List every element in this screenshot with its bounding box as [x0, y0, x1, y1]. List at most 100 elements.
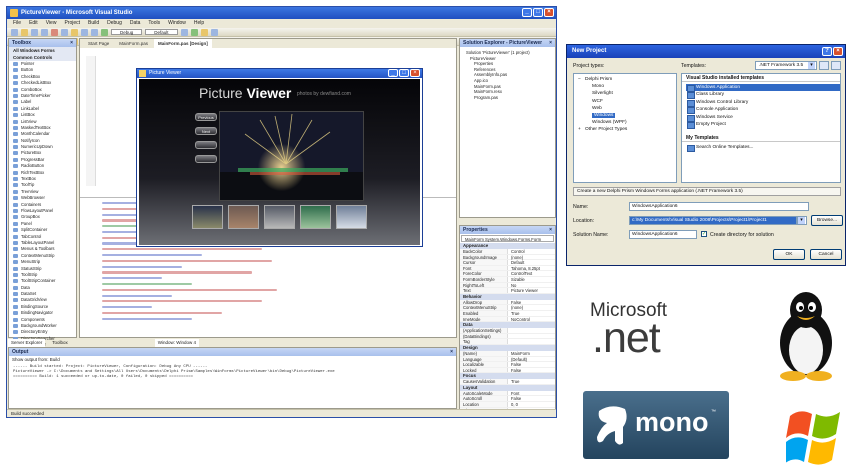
object-selector[interactable]: MainForm System.Windows.Forms.Form [461, 235, 554, 242]
property-value[interactable]: No [508, 283, 516, 288]
viewer-button[interactable] [195, 155, 217, 163]
property-value[interactable]: False [508, 300, 521, 305]
toolbox-group[interactable]: Common Controls [9, 54, 76, 61]
location-field[interactable]: c:\My Documents\Visual Studio 2008\Proje… [629, 216, 797, 225]
new-project-icon[interactable] [11, 29, 18, 36]
close-icon[interactable]: × [450, 348, 453, 356]
property-value[interactable]: False [508, 368, 521, 373]
viewer-button[interactable] [195, 141, 217, 149]
template-item[interactable]: Empty Project [686, 121, 840, 130]
browse-button[interactable]: Browse... [811, 215, 843, 226]
large-icons-icon[interactable] [819, 61, 829, 70]
close-button[interactable]: × [544, 8, 554, 17]
output-source[interactable]: Show output from: Build [9, 356, 456, 363]
menu-item[interactable]: View [46, 19, 57, 28]
thumbnail[interactable] [264, 205, 295, 229]
menu-item[interactable]: Build [88, 19, 99, 28]
project-type-item[interactable]: Windows [574, 112, 676, 119]
template-item[interactable]: Windows Application [686, 84, 840, 93]
project-type-item[interactable]: + Other Project Types [574, 126, 676, 133]
property-value[interactable]: ControlText [508, 271, 532, 276]
thumbnail[interactable] [300, 205, 331, 229]
property-value[interactable]: (Default) [508, 357, 527, 362]
document-tab[interactable]: MainForm.pas [115, 39, 152, 48]
property-value[interactable]: (none) [508, 305, 523, 310]
expand-icon[interactable]: + [578, 126, 585, 133]
property-value[interactable]: Font [508, 391, 519, 396]
property-value[interactable]: NoControl [508, 317, 530, 322]
minimize-button[interactable]: _ [388, 69, 398, 77]
project-type-item[interactable]: Mono [574, 83, 676, 90]
toolbox-icon[interactable] [210, 29, 218, 36]
property-value[interactable]: Tahoma, 8.25pt [508, 266, 540, 271]
location-dropdown[interactable] [797, 216, 807, 225]
ok-button[interactable]: OK [773, 249, 805, 260]
name-field[interactable]: WindowsApplication6 [629, 202, 809, 211]
cancel-button[interactable]: Cancel [810, 249, 842, 260]
cut-icon[interactable] [51, 29, 58, 36]
close-button[interactable]: × [410, 69, 420, 77]
picture-viewer-form[interactable]: Picture Viewer _ □ × Picture Viewer phot… [136, 68, 423, 247]
thumbnail[interactable] [228, 205, 259, 229]
properties-icon[interactable] [200, 29, 208, 36]
framework-combo[interactable]: .NET Framework 3.5 [755, 61, 817, 70]
menu-item[interactable]: Window [168, 19, 186, 28]
help-button[interactable]: ? [822, 47, 832, 56]
property-value[interactable] [508, 328, 511, 333]
next-button[interactable]: Next [195, 127, 217, 135]
collapse-icon[interactable]: − [578, 76, 585, 83]
previous-button[interactable]: Previous [195, 113, 217, 121]
ide-titlebar[interactable]: PictureViewer - Microsoft Visual Studio … [7, 7, 556, 19]
close-icon[interactable]: × [70, 39, 73, 47]
property-value[interactable]: Control [508, 249, 525, 254]
tab-toolbox[interactable]: Toolbox [49, 339, 71, 347]
property-value[interactable]: 0, 0 [508, 402, 518, 407]
templates-list[interactable]: Visual Studio installed templates Window… [681, 73, 841, 183]
undo-icon[interactable] [81, 29, 88, 36]
tab-window[interactable]: Window: Window 4 [154, 339, 200, 347]
menu-item[interactable]: File [13, 19, 21, 28]
solution-item[interactable]: Program.pas [466, 95, 555, 101]
project-type-item[interactable]: WCF [574, 98, 676, 105]
property-value[interactable]: False [508, 362, 521, 367]
project-type-item[interactable]: Windows (WPF) [574, 119, 676, 126]
save-icon[interactable] [31, 29, 38, 36]
start-debug-icon[interactable] [101, 29, 108, 36]
menu-item[interactable]: Edit [29, 19, 38, 28]
maximize-button[interactable]: □ [399, 69, 409, 77]
toolbox-group[interactable]: All Windows Forms [9, 47, 76, 54]
property-value[interactable]: False [508, 396, 521, 401]
template-item[interactable]: Class Library [686, 91, 840, 100]
project-type-item[interactable]: − Delphi Prism [574, 76, 676, 83]
find-icon[interactable] [180, 29, 188, 36]
property-value[interactable]: True [508, 379, 519, 384]
thumbnail[interactable] [192, 205, 223, 229]
template-item[interactable]: Console Application [686, 106, 840, 115]
property-value[interactable]: True [508, 311, 519, 316]
menu-item[interactable]: Project [64, 19, 80, 28]
project-type-item[interactable]: Silverlight [574, 90, 676, 97]
property-value[interactable]: (none) [508, 255, 523, 260]
project-type-item[interactable]: Web [574, 105, 676, 112]
tab-server-explorer[interactable]: Server Explorer [8, 339, 46, 347]
property-value[interactable]: Picture Viewer [508, 288, 538, 293]
property-value[interactable]: Sizable [508, 277, 525, 282]
property-value[interactable] [508, 339, 511, 344]
template-item[interactable]: Windows Control Library [686, 99, 840, 108]
dialog-titlebar[interactable]: New Project ? × [567, 45, 845, 58]
copy-icon[interactable] [61, 29, 68, 36]
property-value[interactable] [508, 334, 511, 339]
template-item[interactable]: Windows Service [686, 114, 840, 123]
config-combo[interactable]: Debug [111, 29, 143, 35]
thumbnail[interactable] [336, 205, 367, 229]
save-all-icon[interactable] [41, 29, 48, 36]
menu-item[interactable]: Help [194, 19, 204, 28]
create-directory-checkbox[interactable]: ✓ [701, 231, 707, 237]
property-value[interactable]: Default [508, 260, 524, 265]
document-tab[interactable]: MainForm.pas [Design] [154, 39, 212, 48]
minimize-button[interactable]: _ [522, 8, 532, 17]
solution-explorer-icon[interactable] [190, 29, 198, 36]
project-types-tree[interactable]: − Delphi Prism Mono Silverlight WCF Web Window… [573, 73, 677, 183]
menu-item[interactable]: Debug [107, 19, 122, 28]
small-icons-icon[interactable] [831, 61, 841, 70]
